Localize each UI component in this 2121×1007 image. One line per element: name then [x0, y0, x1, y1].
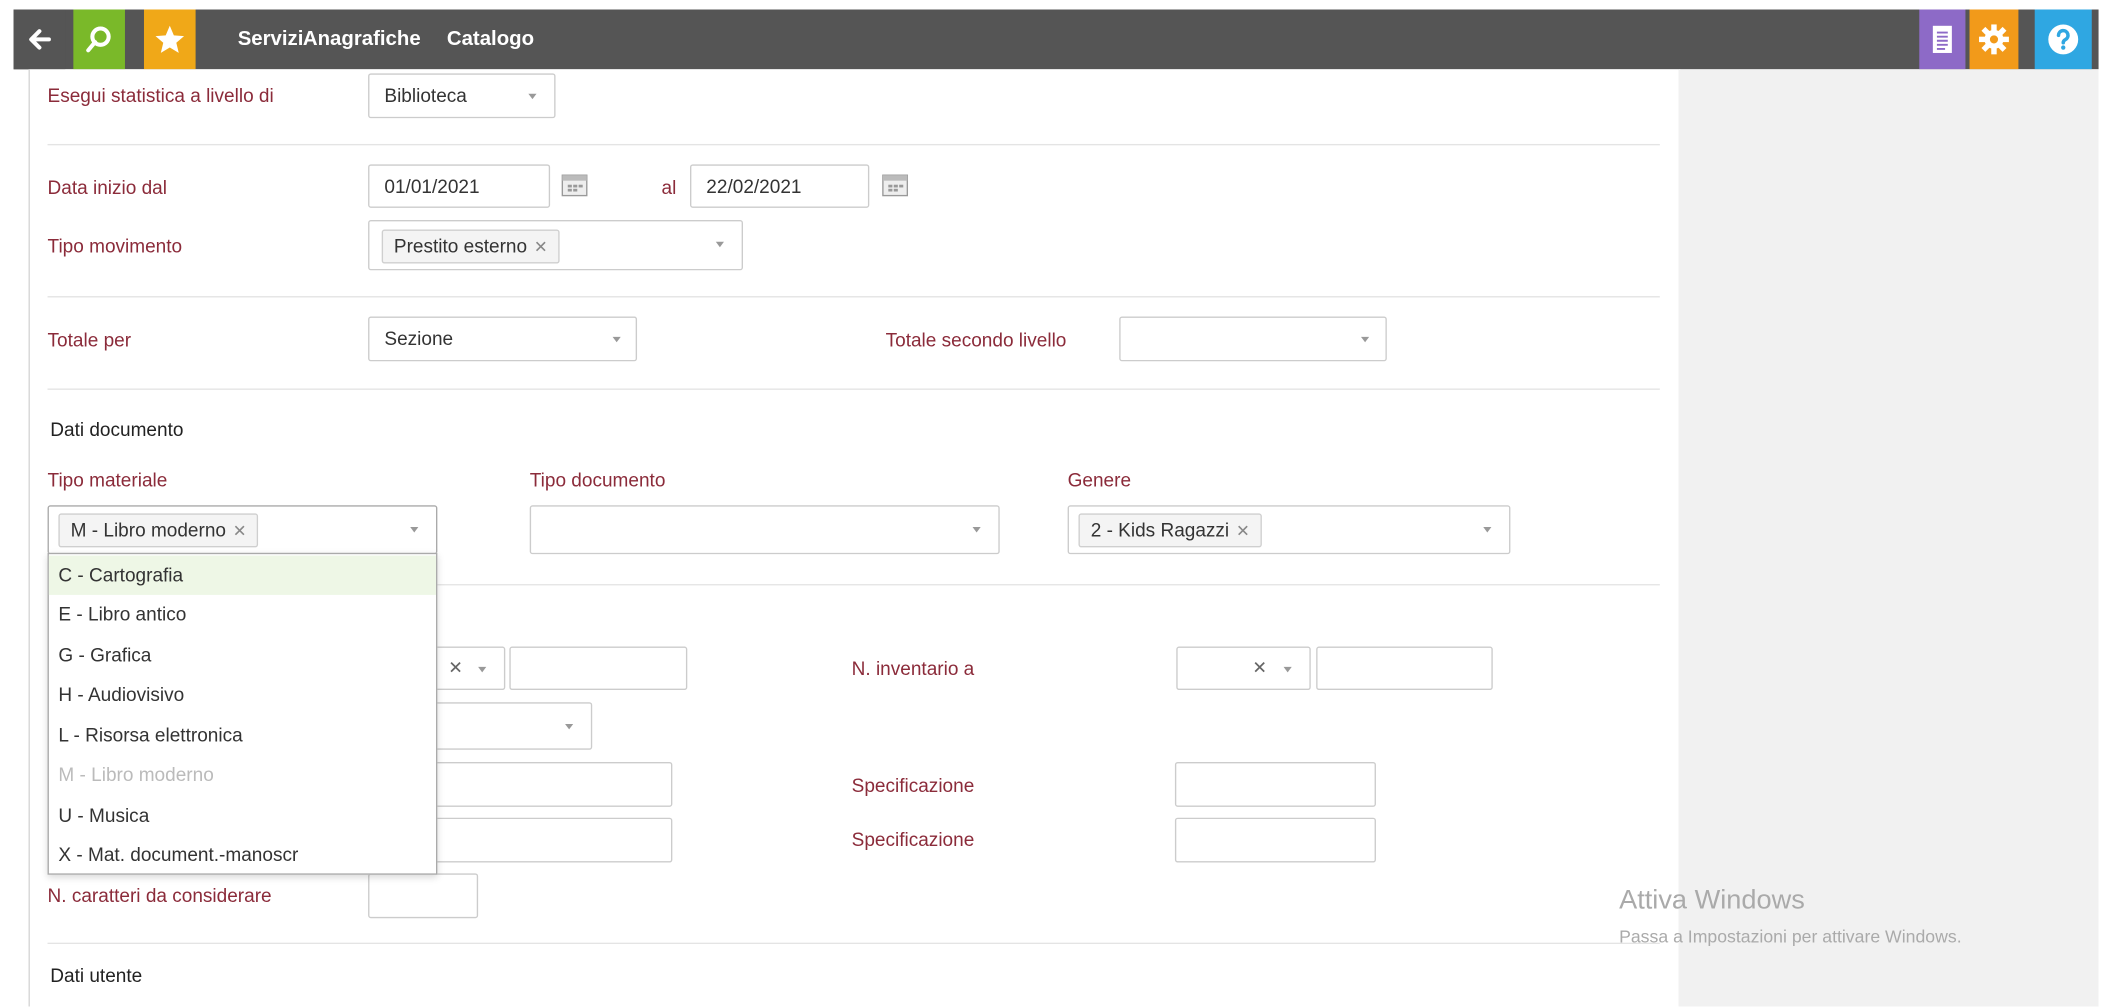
chip-label: M - Libro moderno — [70, 518, 227, 541]
document-icon — [1932, 25, 1952, 53]
favorites-button[interactable] — [143, 9, 196, 70]
specificazione-label-1: Specificazione — [851, 774, 975, 796]
data-inizio-label: Data inizio dal — [47, 176, 167, 199]
totale-secondo-livello-select[interactable] — [1119, 316, 1387, 362]
chevron-down-icon — [1483, 527, 1492, 533]
calendar-icon[interactable] — [561, 173, 588, 197]
chevron-down-icon — [565, 723, 574, 730]
calendar-icon[interactable] — [882, 173, 909, 197]
genere-label: Genere — [1067, 468, 1132, 491]
inventario-a-input[interactable] — [1316, 646, 1493, 691]
tipo-materiale-dropdown: C - Cartografia E - Libro antico G - Gra… — [47, 552, 438, 875]
settings-button[interactable] — [1969, 9, 2019, 70]
arrow-left-icon — [29, 29, 51, 50]
tipo-movimento-label: Tipo movimento — [47, 234, 183, 257]
dati-documento-heading: Dati documento — [50, 418, 184, 441]
chevron-down-icon — [528, 93, 537, 100]
totale-per-label: Totale per — [47, 328, 132, 351]
tipo-materiale-label: Tipo materiale — [47, 468, 168, 491]
specificazione-input-2[interactable] — [1174, 817, 1376, 863]
dati-utente-heading: Dati utente — [50, 964, 143, 987]
inventario-a-prefix-select[interactable]: ✕ — [1176, 646, 1311, 691]
search-button[interactable] — [73, 9, 125, 70]
nav-catalogo[interactable]: Catalogo — [447, 10, 534, 70]
document-button[interactable] — [1919, 9, 1966, 70]
date-to-input[interactable]: 22/02/2021 — [690, 164, 870, 208]
dropdown-option: M - Libro moderno — [58, 763, 214, 786]
caratteri-input[interactable] — [368, 873, 479, 919]
nav-servizi[interactable]: Servizi — [238, 10, 304, 70]
chevron-down-icon — [410, 527, 419, 533]
divider — [47, 143, 1660, 146]
activate-windows-title: Attiva Windows — [1619, 885, 1805, 916]
dropdown-option[interactable]: X - Mat. document.-manoscr — [49, 835, 436, 874]
genere-chip: 2 - Kids Ragazzi ✕ — [1078, 513, 1262, 548]
tipo-documento-select[interactable] — [529, 505, 1000, 555]
back-button[interactable] — [13, 9, 66, 70]
search-icon — [86, 26, 111, 53]
totale-per-select[interactable]: Sezione — [368, 316, 638, 362]
date-to-label: al — [661, 176, 677, 199]
livello-label: Esegui statistica a livello di — [47, 84, 274, 106]
tipo-materiale-chip: M - Libro moderno ✕ — [58, 513, 259, 548]
tipo-movimento-chip: Prestito esterno ✕ — [381, 229, 560, 264]
dropdown-option[interactable]: G - Grafica — [49, 636, 436, 675]
nav-anagrafiche[interactable]: Anagrafiche — [303, 10, 421, 70]
side-panel — [1678, 69, 2099, 1007]
tipo-documento-label: Tipo documento — [529, 468, 666, 491]
dropdown-option[interactable]: H - Audiovisivo — [49, 675, 436, 714]
clear-icon[interactable]: ✕ — [1252, 657, 1267, 679]
remove-icon[interactable]: ✕ — [233, 522, 247, 541]
totale-secondo-livello-label: Totale secondo livello — [885, 328, 1067, 351]
top-toolbar: Servizi Anagrafiche Catalogo — [13, 9, 2099, 70]
inventario-da-input[interactable] — [509, 646, 688, 691]
dropdown-option[interactable]: L - Risorsa elettronica — [49, 716, 436, 755]
date-to-value: 22/02/2021 — [706, 175, 802, 197]
activate-windows-subtitle: Passa a Impostazioni per attivare Window… — [1619, 926, 1962, 947]
remove-icon[interactable]: ✕ — [1236, 522, 1250, 541]
chip-label: Prestito esterno — [393, 234, 528, 257]
chevron-down-icon — [1283, 666, 1292, 673]
remove-icon[interactable]: ✕ — [534, 238, 548, 257]
livello-value: Biblioteca — [384, 84, 467, 106]
star-icon — [155, 25, 185, 53]
chip-label: 2 - Kids Ragazzi — [1090, 518, 1230, 541]
inventario-a-label: N. inventario a — [851, 657, 975, 680]
chevron-down-icon — [715, 241, 724, 248]
divider — [47, 942, 1660, 945]
help-icon — [2048, 24, 2079, 55]
date-from-value: 01/01/2021 — [384, 175, 480, 197]
chevron-down-icon — [972, 527, 981, 533]
chevron-down-icon — [612, 336, 621, 343]
dropdown-option[interactable]: E - Libro antico — [49, 595, 436, 634]
date-from-input[interactable]: 01/01/2021 — [368, 164, 551, 208]
clear-icon[interactable]: ✕ — [448, 657, 463, 679]
livello-select[interactable]: Biblioteca — [368, 73, 556, 119]
divider — [47, 388, 1660, 390]
chevron-down-icon — [1361, 336, 1370, 343]
help-button[interactable] — [2034, 9, 2092, 70]
divider — [47, 296, 1660, 298]
specificazione-input-1[interactable] — [1174, 762, 1376, 807]
chevron-down-icon — [478, 666, 487, 673]
totale-per-value: Sezione — [384, 327, 454, 350]
specificazione-left-input-1[interactable] — [407, 762, 673, 807]
dropdown-option[interactable]: C - Cartografia — [48, 555, 437, 595]
gear-icon — [1979, 24, 2009, 55]
caratteri-label: N. caratteri da considerare — [47, 884, 272, 906]
dropdown-option[interactable]: U - Musica — [49, 796, 436, 835]
specificazione-left-input-2[interactable] — [407, 817, 673, 863]
specificazione-label-2: Specificazione — [851, 828, 975, 851]
